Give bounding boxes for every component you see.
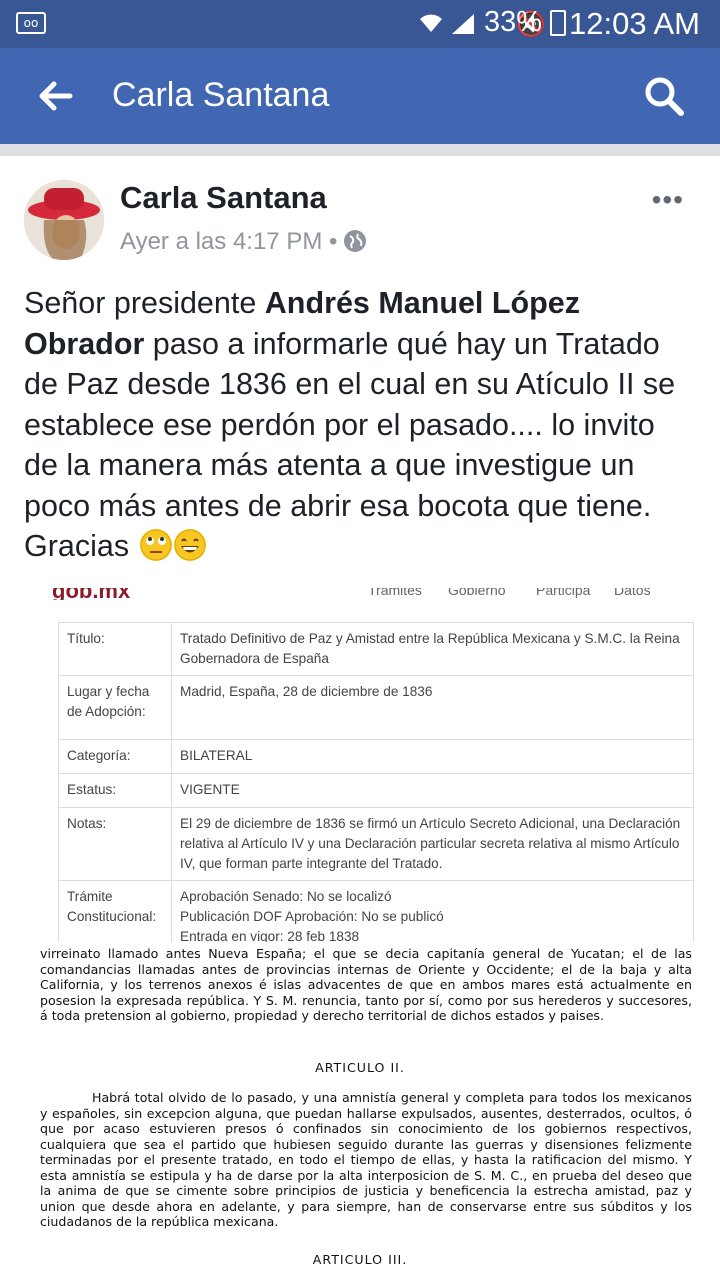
avatar[interactable]	[24, 180, 104, 260]
row-value: Aprobación Senado: No se localizó Publica…	[171, 880, 694, 942]
post-meta: Ayer a las 4:17 PM •	[120, 228, 367, 256]
article-iii-heading: ARTICULO III.	[312, 1252, 408, 1267]
grinning-emoji-icon	[173, 529, 206, 561]
meta-separator: •	[329, 228, 338, 255]
gob-nav: gob.mx Trámites Gobierno Participa Datos	[0, 588, 720, 600]
treaty-paragraph-2: Habrá total olvido de lo pasado, y una a…	[40, 1090, 692, 1229]
post-body: Señor presidente Andrés Manuel López Obr…	[24, 283, 696, 567]
row-label: Categoría:	[58, 739, 172, 774]
post-text-part1: Señor presidente	[24, 286, 265, 320]
post-author[interactable]: Carla Santana	[120, 180, 327, 216]
row-label: Estatus:	[58, 773, 172, 808]
post-timestamp[interactable]: Ayer a las 4:17 PM	[120, 228, 322, 255]
row-label: Notas:	[58, 807, 172, 881]
post-text-part2: paso a informarle qué hay un Tratado de …	[24, 326, 676, 564]
post-header: Carla Santana Ayer a las 4:17 PM • •••	[0, 156, 720, 271]
wifi-icon	[420, 14, 442, 32]
row-label: Trámite Constitucional:	[58, 880, 172, 942]
globe-icon	[344, 230, 367, 252]
value-line: Aprobación Senado: No se localizó	[180, 889, 392, 904]
voicemail-icon: oo	[16, 12, 46, 34]
rolling-eyes-emoji-icon	[139, 529, 172, 561]
table-row: Trámite Constitucional: Aprobación Senado…	[58, 880, 694, 942]
signal-icon	[452, 14, 474, 34]
gob-logo: gob.mx	[52, 588, 130, 600]
nav-participa: Participa	[536, 588, 591, 598]
nav-tramites: Trámites	[368, 588, 422, 598]
row-value: Tratado Definitivo de Paz y Amistad entr…	[171, 622, 694, 676]
status-bar: oo 🔇 33% 12:03 AM	[0, 0, 720, 48]
row-value: VIGENTE	[171, 773, 694, 808]
value-line: Entrada en vigor: 28 feb 1838	[180, 929, 360, 942]
treaty-info-table: Título: Tratado Definitivo de Paz y Amist…	[58, 622, 694, 942]
row-label: Título:	[58, 622, 172, 676]
gob-document-screenshot[interactable]: gob.mx Trámites Gobierno Participa Datos…	[0, 588, 720, 942]
app-bar: Carla Santana	[0, 48, 720, 144]
table-row: Título: Tratado Definitivo de Paz y Amist…	[58, 622, 694, 676]
table-row: Estatus: VIGENTE	[58, 773, 694, 808]
table-row: Categoría: BILATERAL	[58, 739, 694, 774]
row-value: BILATERAL	[171, 739, 694, 774]
battery-icon	[550, 10, 566, 36]
treaty-paragraph-1: virreinato llamado antes Nueva España; e…	[40, 946, 692, 1023]
table-row: Notas: El 29 de diciembre de 1836 se firm…	[58, 807, 694, 881]
table-row: Lugar y fecha de Adopción: Madrid, España…	[58, 675, 694, 740]
value-line: Publicación DOF Aprobación: No se public…	[180, 909, 444, 924]
search-icon[interactable]	[644, 76, 684, 116]
row-label: Lugar y fecha de Adopción:	[58, 675, 172, 740]
feed-divider	[0, 144, 720, 156]
treaty-text-scan[interactable]: virreinato llamado antes Nueva España; e…	[0, 942, 720, 1280]
row-value: Madrid, España, 28 de diciembre de 1836	[171, 675, 694, 740]
row-value: El 29 de diciembre de 1836 se firmó un A…	[171, 807, 694, 881]
nav-gobierno: Gobierno	[448, 588, 506, 598]
clock: 12:03 AM	[569, 6, 700, 41]
battery-percent: 33%	[484, 6, 543, 38]
nav-datos: Datos	[614, 588, 651, 598]
article-ii-heading: ARTICULO II.	[315, 1060, 405, 1075]
arrow-left-icon[interactable]	[36, 76, 76, 116]
ellipsis-icon[interactable]: •••	[652, 184, 684, 216]
page-title: Carla Santana	[112, 76, 330, 114]
